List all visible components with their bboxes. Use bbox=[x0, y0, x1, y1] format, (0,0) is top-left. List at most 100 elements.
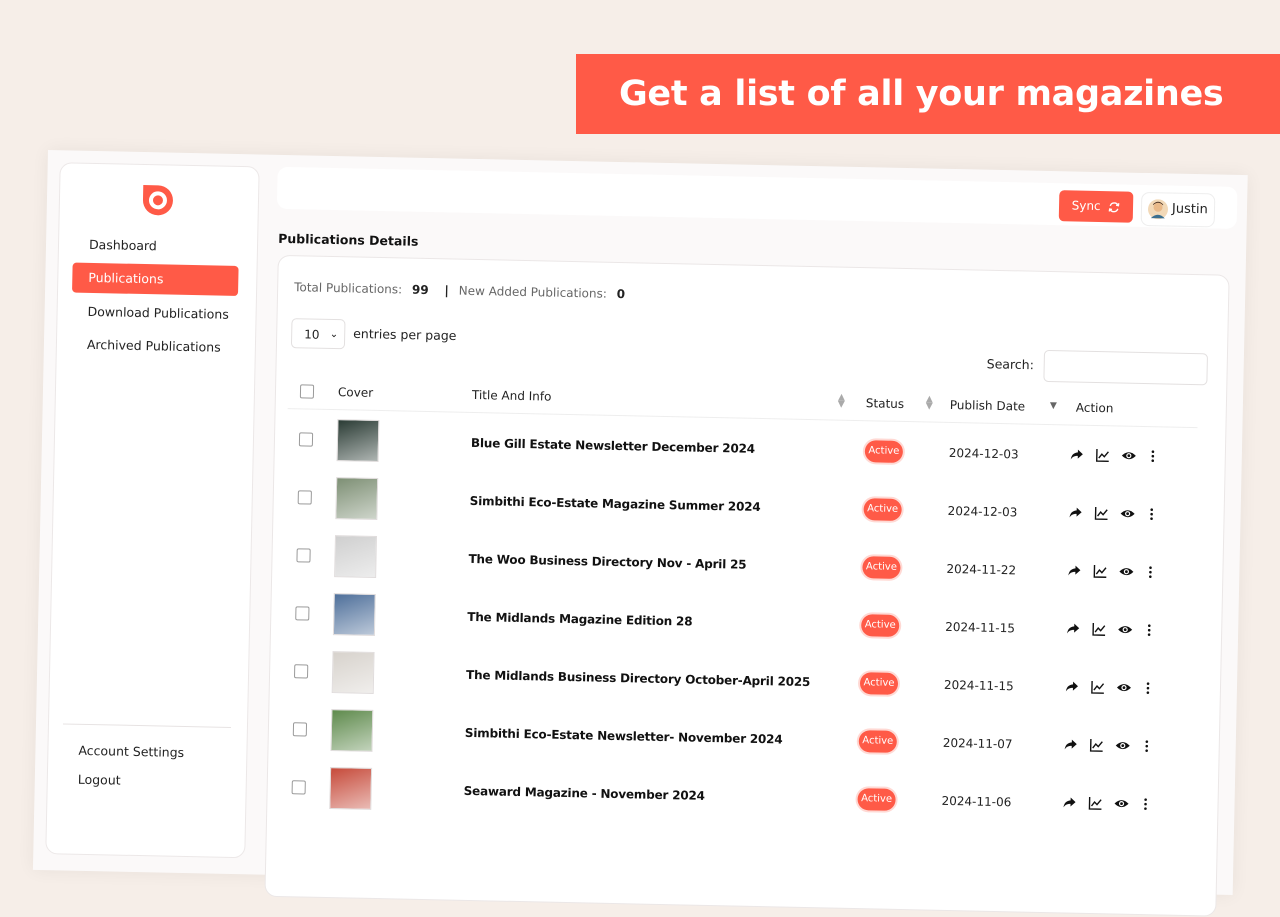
publish-date: 2024-11-07 bbox=[943, 736, 1013, 751]
more-vertical-icon[interactable] bbox=[1141, 622, 1157, 638]
cover-thumbnail[interactable] bbox=[335, 477, 378, 520]
eye-icon[interactable] bbox=[1119, 506, 1135, 522]
page-title: Publications Details bbox=[278, 231, 419, 249]
share-icon[interactable] bbox=[1066, 562, 1082, 578]
cover-thumbnail[interactable] bbox=[337, 419, 380, 462]
more-vertical-icon[interactable] bbox=[1139, 738, 1155, 754]
total-publications-value: 99 bbox=[412, 283, 429, 297]
user-name: Justin bbox=[1172, 202, 1208, 218]
row-checkbox[interactable] bbox=[294, 664, 308, 678]
sidebar-item-download-publications[interactable]: Download Publications bbox=[71, 297, 238, 330]
eye-icon[interactable] bbox=[1113, 795, 1129, 811]
new-publications-value: 0 bbox=[617, 287, 626, 301]
share-icon[interactable] bbox=[1067, 504, 1083, 520]
brand-logo-icon bbox=[139, 181, 178, 220]
column-publish-date[interactable]: Publish Date bbox=[950, 398, 1026, 414]
sidebar-item-label: Download Publications bbox=[87, 304, 229, 322]
publish-date: 2024-12-03 bbox=[949, 446, 1019, 461]
column-cover: Cover bbox=[338, 385, 373, 400]
search-label: Search: bbox=[987, 356, 1034, 372]
eye-icon[interactable] bbox=[1115, 737, 1131, 753]
stats-separator: | bbox=[444, 283, 449, 297]
share-icon[interactable] bbox=[1064, 678, 1080, 694]
eye-icon[interactable] bbox=[1121, 448, 1137, 464]
total-publications-label: Total Publications: bbox=[294, 280, 402, 296]
status-badge: Active bbox=[857, 788, 895, 811]
row-checkbox[interactable] bbox=[298, 490, 312, 504]
banner-headline: Get a list of all your magazines bbox=[619, 74, 1223, 114]
publications-card: Total Publications: 99 | New Added Publi… bbox=[264, 255, 1229, 917]
more-vertical-icon[interactable] bbox=[1145, 448, 1161, 464]
analytics-icon[interactable] bbox=[1093, 505, 1109, 521]
share-icon[interactable] bbox=[1069, 446, 1085, 462]
publication-title[interactable]: Seaward Magazine - November 2024 bbox=[464, 784, 705, 803]
column-title[interactable]: Title And Info bbox=[472, 388, 552, 404]
share-icon[interactable] bbox=[1061, 794, 1077, 810]
sync-button-label: Sync bbox=[1071, 190, 1101, 222]
publication-title[interactable]: Blue Gill Estate Newsletter December 202… bbox=[471, 436, 755, 456]
new-publications-label: New Added Publications: bbox=[459, 284, 607, 301]
status-badge: Active bbox=[862, 556, 900, 579]
more-vertical-icon[interactable] bbox=[1137, 796, 1153, 812]
eye-icon[interactable] bbox=[1117, 621, 1133, 637]
publish-date: 2024-11-22 bbox=[946, 562, 1016, 577]
sidebar-divider bbox=[63, 723, 231, 728]
analytics-icon[interactable] bbox=[1095, 447, 1111, 463]
more-vertical-icon[interactable] bbox=[1142, 564, 1158, 580]
sync-button[interactable]: Sync bbox=[1059, 190, 1134, 223]
row-checkbox[interactable] bbox=[292, 780, 306, 794]
share-icon[interactable] bbox=[1065, 620, 1081, 636]
promo-banner: Get a list of all your magazines bbox=[576, 54, 1280, 134]
publish-date: 2024-12-03 bbox=[947, 504, 1017, 519]
publication-stats: Total Publications: 99 | New Added Publi… bbox=[294, 280, 631, 301]
analytics-icon[interactable] bbox=[1092, 563, 1108, 579]
sidebar-item-account-settings[interactable]: Account Settings bbox=[62, 735, 229, 768]
sidebar-item-logout[interactable]: Logout bbox=[62, 764, 229, 797]
analytics-icon[interactable] bbox=[1087, 795, 1103, 811]
publication-title[interactable]: The Midlands Magazine Edition 28 bbox=[467, 610, 692, 629]
row-checkbox[interactable] bbox=[293, 722, 307, 736]
publish-date: 2024-11-15 bbox=[944, 678, 1014, 693]
cover-thumbnail[interactable] bbox=[333, 593, 376, 636]
cover-thumbnail[interactable] bbox=[334, 535, 377, 578]
more-vertical-icon[interactable] bbox=[1143, 506, 1159, 522]
user-menu[interactable]: Justin bbox=[1141, 192, 1216, 228]
status-badge: Active bbox=[863, 498, 901, 521]
avatar bbox=[1148, 199, 1168, 219]
row-checkbox[interactable] bbox=[295, 606, 309, 620]
cover-thumbnail[interactable] bbox=[329, 767, 372, 810]
sidebar-item-archived-publications[interactable]: Archived Publications bbox=[71, 330, 238, 363]
sidebar-item-dashboard[interactable]: Dashboard bbox=[73, 230, 240, 263]
select-all-checkbox[interactable] bbox=[300, 384, 314, 398]
more-vertical-icon[interactable] bbox=[1140, 680, 1156, 696]
publication-title[interactable]: The Midlands Business Directory October-… bbox=[466, 668, 810, 689]
sort-icon[interactable]: ▲▼ bbox=[838, 395, 845, 409]
sort-desc-icon[interactable]: ▼ bbox=[1050, 403, 1057, 410]
sidebar-item-publications[interactable]: Publications bbox=[72, 263, 239, 296]
sidebar-item-label: Account Settings bbox=[78, 743, 184, 760]
sort-icon[interactable]: ▲▼ bbox=[926, 396, 933, 410]
search-input[interactable] bbox=[1044, 350, 1209, 385]
entries-select-value: 10 bbox=[304, 327, 320, 341]
column-status[interactable]: Status bbox=[866, 396, 905, 411]
share-icon[interactable] bbox=[1063, 736, 1079, 752]
row-checkbox[interactable] bbox=[296, 548, 310, 562]
status-badge: Active bbox=[861, 614, 899, 637]
publication-title[interactable]: Simbithi Eco-Estate Newsletter- November… bbox=[465, 726, 783, 747]
eye-icon[interactable] bbox=[1116, 679, 1132, 695]
publication-title[interactable]: The Woo Business Directory Nov - April 2… bbox=[468, 552, 746, 572]
sidebar-item-label: Publications bbox=[88, 270, 163, 287]
publish-date: 2024-11-15 bbox=[945, 620, 1015, 635]
publication-title[interactable]: Simbithi Eco-Estate Magazine Summer 2024 bbox=[470, 494, 761, 514]
column-action: Action bbox=[1076, 401, 1114, 416]
analytics-icon[interactable] bbox=[1091, 621, 1107, 637]
eye-icon[interactable] bbox=[1118, 564, 1134, 580]
entries-select[interactable]: 10 ⌄ bbox=[291, 318, 346, 349]
analytics-icon[interactable] bbox=[1090, 679, 1106, 695]
analytics-icon[interactable] bbox=[1089, 737, 1105, 753]
cover-thumbnail[interactable] bbox=[332, 651, 375, 694]
refresh-icon bbox=[1108, 201, 1120, 213]
cover-thumbnail[interactable] bbox=[330, 709, 373, 752]
chevron-down-icon: ⌄ bbox=[329, 320, 338, 350]
row-checkbox[interactable] bbox=[299, 432, 313, 446]
